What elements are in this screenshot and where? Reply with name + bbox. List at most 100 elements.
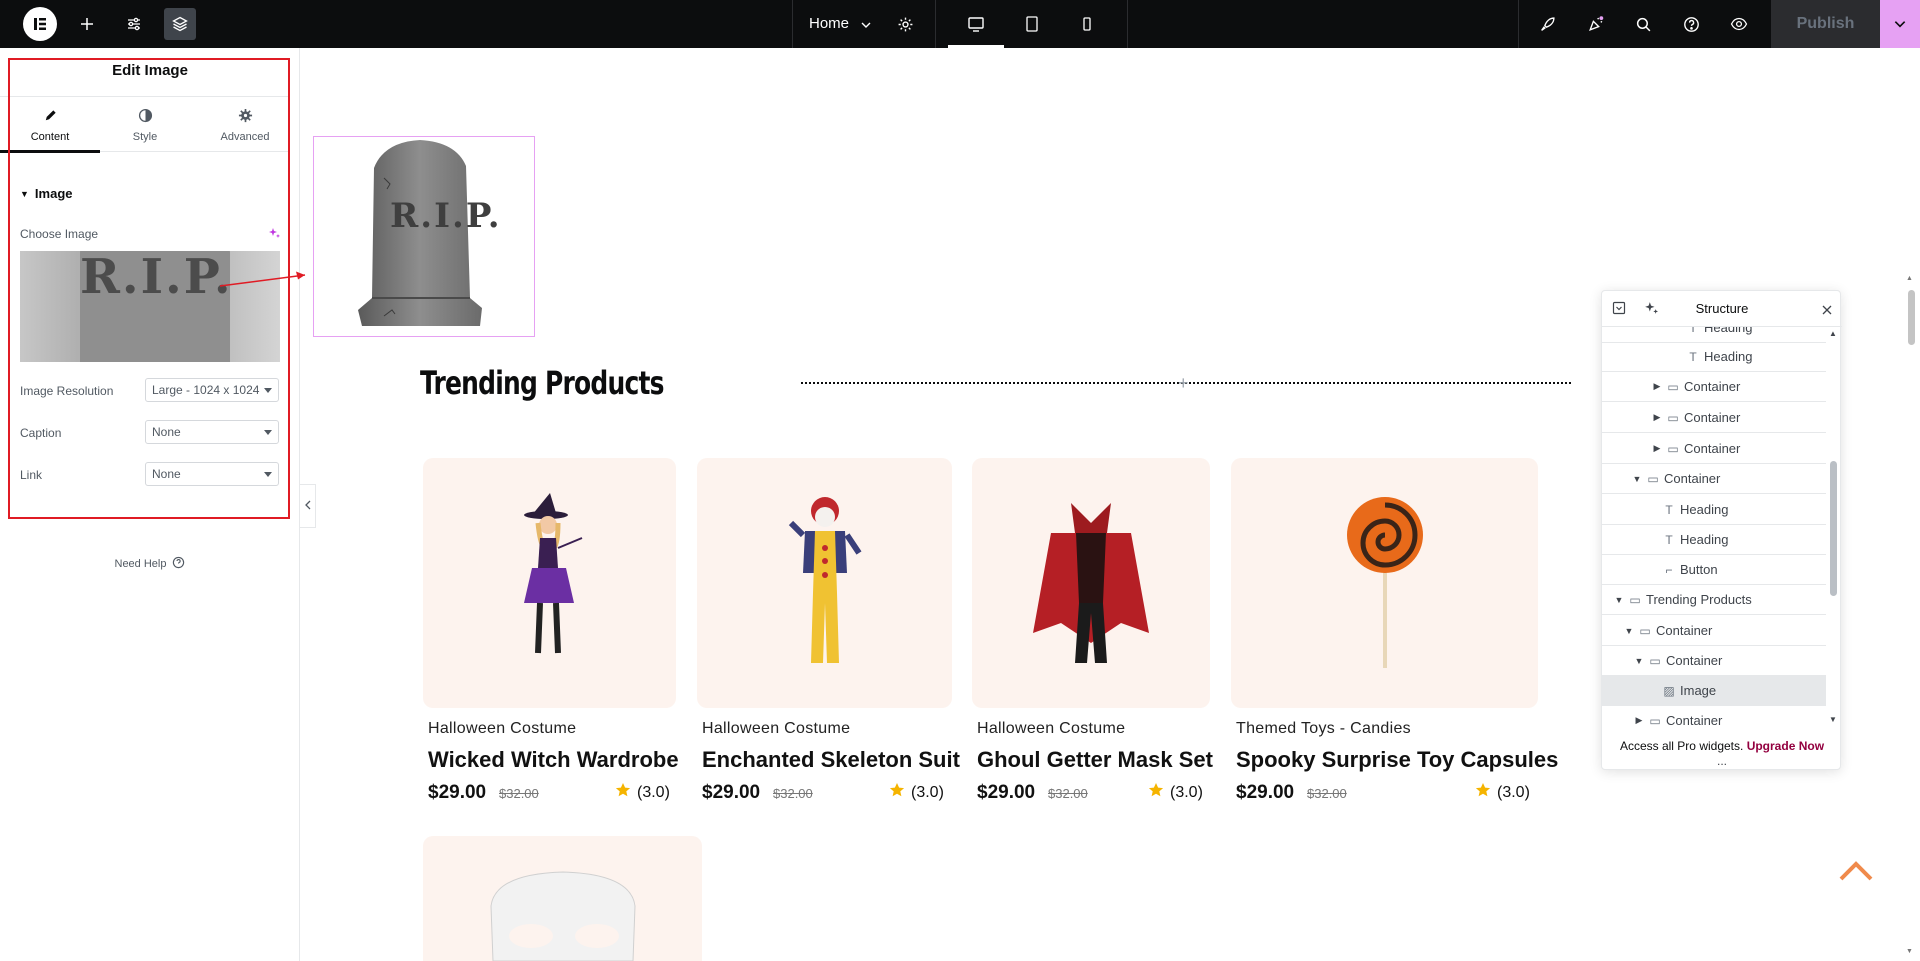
image-resolution-select[interactable]: Large - 1024 x 1024 [145, 378, 279, 402]
scroll-to-top-icon[interactable] [1838, 858, 1874, 887]
lollipop-image [1346, 497, 1423, 668]
elementor-logo-icon[interactable] [23, 7, 57, 41]
close-icon[interactable] [1822, 302, 1832, 320]
whats-new-icon[interactable] [1579, 8, 1611, 40]
tree-item-trending-products[interactable]: ▼ ▭ Trending Products [1602, 585, 1826, 615]
tree-item-heading[interactable]: T Heading [1602, 342, 1826, 372]
container-icon: ▭ [1639, 623, 1651, 638]
tree-item-heading[interactable]: T Heading [1602, 327, 1826, 343]
product-image-card[interactable] [423, 458, 676, 708]
resize-handle[interactable]: ... [1602, 754, 1842, 768]
caret-right-icon[interactable]: ▶ [1634, 715, 1644, 726]
caret-down-icon[interactable]: ▼ [1634, 656, 1644, 666]
rating-value: (3.0) [1497, 783, 1530, 801]
container-icon: ▭ [1629, 592, 1641, 607]
tree-item-container[interactable]: ▶ ▭ Container [1602, 403, 1826, 433]
caret-down-icon[interactable]: ▼ [1614, 595, 1624, 605]
preview-rip-text: R.I.P. [80, 251, 233, 305]
upgrade-now-link[interactable]: Upgrade Now [1747, 739, 1824, 753]
caret-down-icon[interactable]: ▼ [1624, 626, 1634, 636]
tree-item-container[interactable]: ▶ ▭ Container [1602, 434, 1826, 464]
help-icon[interactable] [1675, 8, 1707, 40]
tab-content-label: Content [30, 130, 70, 143]
contrast-icon [138, 108, 153, 126]
page-scroll-down-icon[interactable]: ▼ [1906, 948, 1913, 955]
tree-item-button[interactable]: ⌐ Button [1602, 555, 1826, 585]
scroll-up-icon[interactable]: ▲ [1829, 329, 1837, 338]
product-image-card[interactable] [423, 836, 702, 961]
tab-style-label: Style [132, 130, 158, 143]
tree-item-container[interactable]: ▶ ▭ Container [1602, 372, 1826, 402]
publish-button[interactable]: Publish [1771, 0, 1880, 48]
tree-item-label: Container [1666, 713, 1723, 727]
product-category: Themed Toys - Candies [1236, 720, 1411, 737]
product-rating: (3.0) [889, 782, 944, 803]
page-name[interactable]: Home [809, 15, 849, 32]
launchpad-icon[interactable] [1531, 8, 1563, 40]
tab-style[interactable]: Style [95, 97, 195, 153]
product-image-card[interactable] [972, 458, 1210, 708]
container-icon: ▭ [1667, 379, 1679, 394]
product-image-card[interactable] [697, 458, 952, 708]
desktop-icon[interactable] [960, 8, 992, 40]
product-old-price: $32.00 [773, 786, 813, 801]
structure-scrollbar[interactable] [1830, 461, 1837, 596]
page-scroll-up-icon[interactable]: ▲ [1906, 275, 1913, 282]
product-name[interactable]: Wicked Witch Wardrobe [428, 747, 679, 773]
tab-advanced-label: Advanced [220, 130, 270, 143]
caption-select[interactable]: None [145, 420, 279, 444]
caret-down-icon[interactable]: ▼ [1632, 474, 1642, 484]
mobile-icon[interactable] [1071, 8, 1103, 40]
structure-panel: Structure T Heading T Heading ▶ ▭ Container … [1601, 290, 1842, 770]
product-name[interactable]: Ghoul Getter Mask Set [977, 747, 1213, 773]
caption-label: Caption [20, 426, 62, 440]
site-settings-icon[interactable] [118, 8, 150, 40]
select-caret-icon [264, 430, 272, 435]
tree-item-label: Heading [1704, 349, 1753, 364]
active-tab-indicator [0, 150, 100, 153]
section-image-toggle[interactable]: ▼ Image [20, 186, 73, 201]
tree-item-container[interactable]: ▶ ▭ Container [1602, 706, 1826, 727]
ai-sparkle-icon[interactable] [268, 226, 280, 244]
product-name[interactable]: Spooky Surprise Toy Capsules [1236, 747, 1558, 773]
tablet-icon[interactable] [1016, 8, 1048, 40]
structure-icon[interactable] [164, 8, 196, 40]
product-price: $29.00 [428, 782, 487, 803]
tree-item-container[interactable]: ▼ ▭ Container [1602, 646, 1826, 676]
heading-icon: T [1689, 349, 1697, 364]
link-label: Link [20, 468, 43, 482]
tree-item-heading[interactable]: T Heading [1602, 525, 1826, 555]
add-icon[interactable] [71, 8, 103, 40]
page-scrollbar[interactable] [1908, 290, 1915, 345]
product-image-card[interactable] [1231, 458, 1538, 708]
tab-content[interactable]: Content [0, 97, 100, 153]
scroll-down-icon[interactable]: ▼ [1829, 715, 1837, 724]
tree-item-container[interactable]: ▼ ▭ Container [1602, 616, 1826, 646]
caret-right-icon[interactable]: ▶ [1652, 443, 1662, 454]
chevron-left-icon [304, 497, 312, 515]
preview-icon[interactable] [1723, 8, 1755, 40]
need-help-link[interactable]: Need Help [0, 556, 300, 572]
chevron-down-icon[interactable] [860, 18, 872, 36]
caret-right-icon[interactable]: ▶ [1652, 381, 1662, 392]
vampire-costume-image [1033, 503, 1149, 663]
search-icon[interactable] [1627, 8, 1659, 40]
tree-item-label: Heading [1680, 502, 1729, 517]
tree-item-image[interactable]: ▨ Image [1602, 676, 1826, 706]
link-select[interactable]: None [145, 462, 279, 486]
settings-icon[interactable] [889, 8, 921, 40]
tree-item-label: Container [1666, 653, 1723, 668]
image-resolution-label: Image Resolution [20, 384, 114, 398]
tree-item-container[interactable]: ▼ ▭ Container [1602, 464, 1826, 494]
publish-options-chevron-icon[interactable] [1880, 0, 1920, 48]
tree-item-label: Container [1684, 410, 1741, 425]
caret-right-icon[interactable]: ▶ [1652, 412, 1662, 423]
tree-item-heading[interactable]: T Heading [1602, 495, 1826, 525]
plus-icon[interactable]: + [1178, 373, 1189, 394]
collapse-panel-button[interactable] [300, 484, 316, 528]
product-price: $29.00 [1236, 782, 1295, 803]
product-name[interactable]: Enchanted Skeleton Suit [702, 747, 960, 773]
device-active-indicator [948, 45, 1004, 48]
container-icon: ▭ [1649, 653, 1661, 668]
tab-advanced[interactable]: Advanced [195, 97, 295, 153]
